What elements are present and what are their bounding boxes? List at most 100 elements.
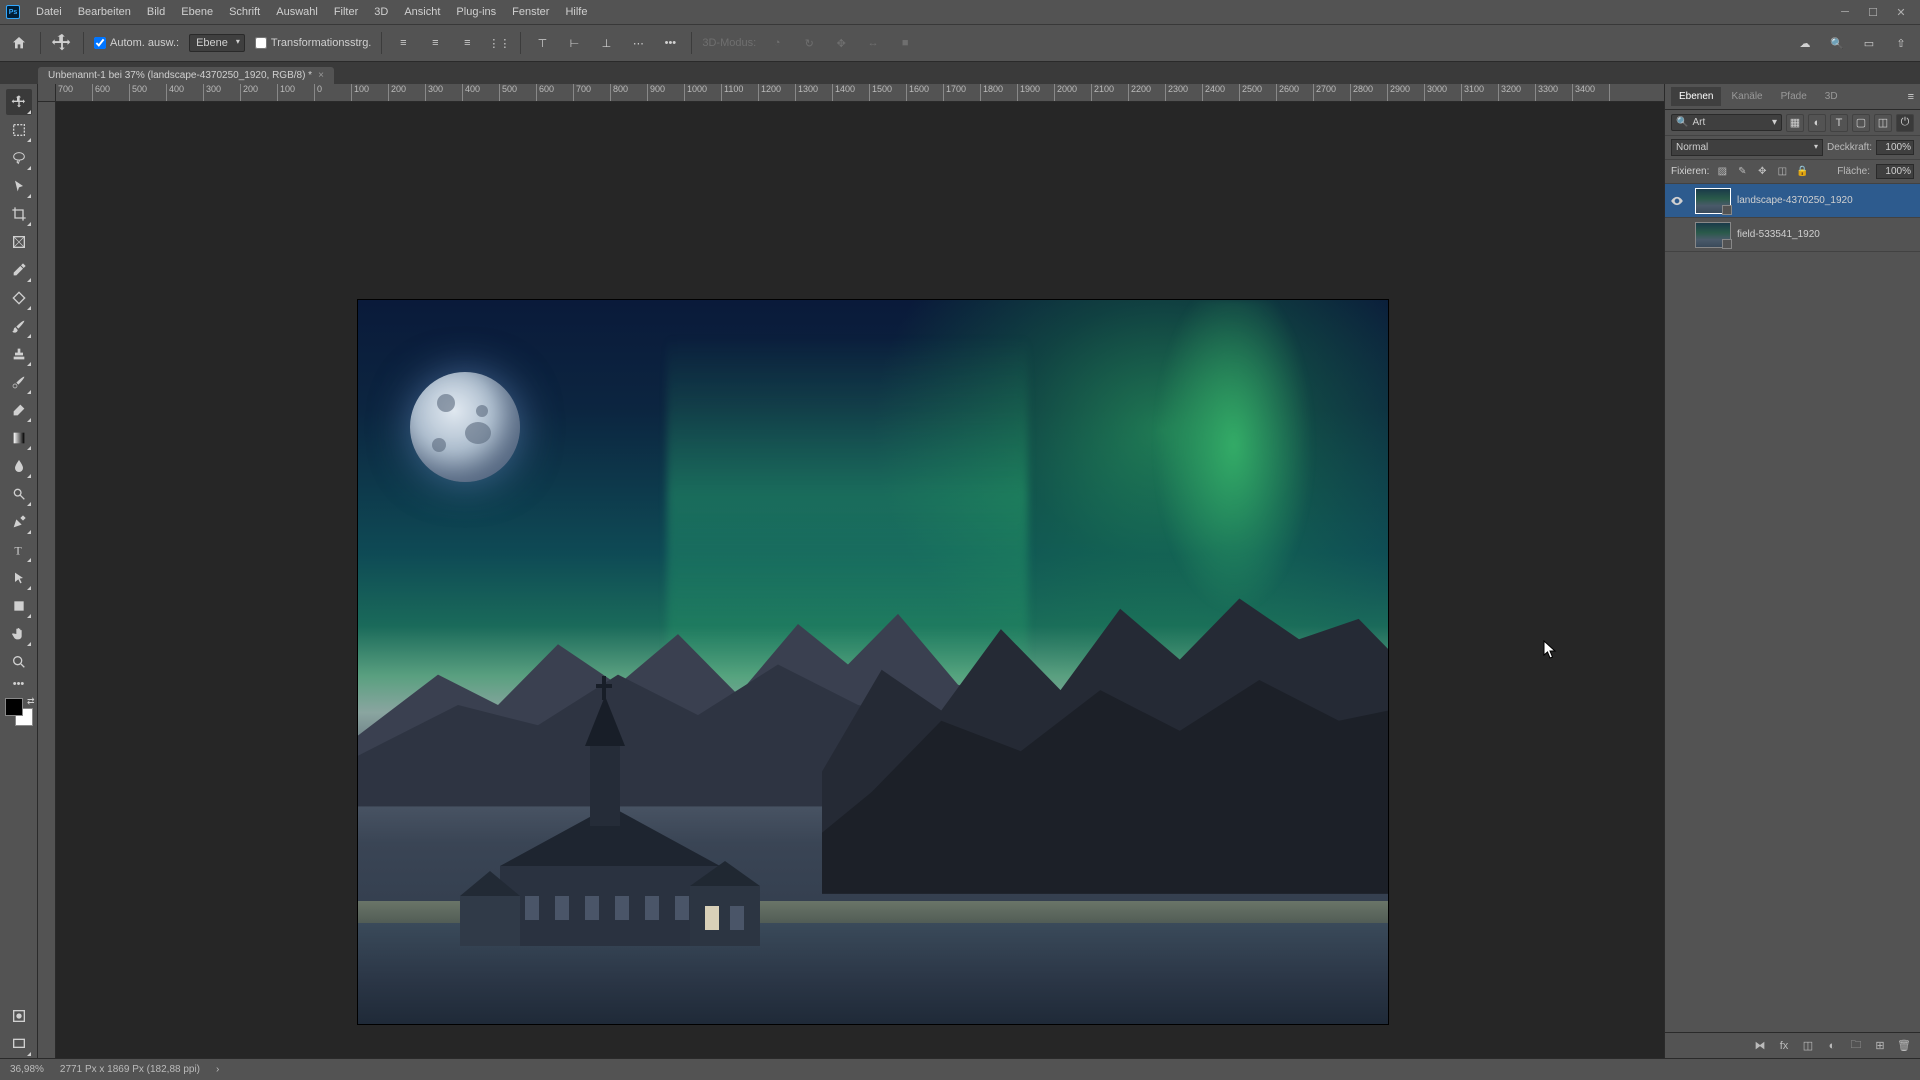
menu-3d[interactable]: 3D [366,2,396,22]
align-bottom-icon[interactable]: ⊥ [595,32,617,54]
fill-input[interactable]: 100% [1876,164,1914,179]
transform-controls-checkbox[interactable]: Transformationsstrg. [255,37,371,49]
align-left-icon[interactable]: ≡ [392,32,414,54]
filter-toggle[interactable]: ⏻ [1896,114,1914,132]
align-center-v-icon[interactable]: ⊢ [563,32,585,54]
dodge-tool[interactable] [6,481,32,507]
layer-thumbnail[interactable] [1695,188,1731,214]
link-layers-icon[interactable]: ⧓ [1752,1038,1768,1054]
adjustment-layer-icon[interactable]: ◐ [1824,1038,1840,1054]
auto-select-target[interactable]: Ebene [189,34,245,52]
type-tool[interactable]: T [6,537,32,563]
auto-select-checkbox[interactable]: Autom. ausw.: [94,37,179,49]
layer-group-icon[interactable]: 🗀 [1848,1038,1864,1054]
lock-all-icon[interactable]: 🔒 [1795,165,1809,179]
swap-colors-icon[interactable]: ⇄ [27,696,35,707]
cloud-docs-icon[interactable]: ☁ [1794,32,1816,54]
pen-tool[interactable] [6,509,32,535]
gradient-tool[interactable] [6,425,32,451]
menu-auswahl[interactable]: Auswahl [268,2,326,22]
home-button[interactable] [8,32,30,54]
filter-shape-icon[interactable]: ▢ [1852,114,1870,132]
quick-mask-tool[interactable] [6,1003,32,1029]
new-layer-icon[interactable]: ⊞ [1872,1038,1888,1054]
menu-datei[interactable]: Datei [28,2,70,22]
marquee-tool[interactable] [6,117,32,143]
frame-tool[interactable] [6,229,32,255]
stamp-tool[interactable] [6,341,32,367]
crop-tool[interactable] [6,201,32,227]
search-icon[interactable]: 🔍 [1826,32,1848,54]
history-brush-tool[interactable] [6,369,32,395]
panel-tab-3d[interactable]: 3D [1817,87,1846,106]
share-icon[interactable]: ⇧ [1890,32,1912,54]
align-top-icon[interactable]: ⊤ [531,32,553,54]
maximize-button[interactable]: ☐ [1866,5,1880,19]
lasso-tool[interactable] [6,145,32,171]
close-button[interactable]: ✕ [1894,5,1908,19]
foreground-color[interactable] [5,698,23,716]
eraser-tool[interactable] [6,397,32,423]
edit-toolbar[interactable]: ••• [6,677,32,691]
opacity-input[interactable]: 100% [1876,140,1914,155]
panel-tab-kanäle[interactable]: Kanäle [1723,87,1770,106]
horizontal-ruler[interactable]: 7006005004003002001000100200300400500600… [56,84,1664,102]
layer-row[interactable]: field-533541_1920 [1665,218,1920,252]
shape-tool[interactable] [6,593,32,619]
screen-mode-tool[interactable] [6,1031,32,1057]
menu-bearbeiten[interactable]: Bearbeiten [70,2,139,22]
ruler-origin[interactable] [38,84,56,102]
blend-mode-select[interactable]: Normal [1671,139,1823,156]
filter-type-icon[interactable]: T [1830,114,1848,132]
document-tab[interactable]: Unbenannt-1 bei 37% (landscape-4370250_1… [38,67,334,84]
lock-transparent-icon[interactable]: ▨ [1715,165,1729,179]
zoom-level[interactable]: 36,98% [10,1064,44,1075]
zoom-tool[interactable] [6,649,32,675]
healing-tool[interactable] [6,285,32,311]
menu-hilfe[interactable]: Hilfe [557,2,595,22]
close-tab-icon[interactable]: × [318,70,324,81]
delete-layer-icon[interactable]: 🗑 [1896,1038,1912,1054]
canvas-image[interactable] [358,300,1388,1024]
minimize-button[interactable]: ─ [1838,5,1852,19]
lock-artboard-icon[interactable]: ◫ [1775,165,1789,179]
path-select-tool[interactable] [6,565,32,591]
more-align-icon[interactable]: ••• [659,32,681,54]
layer-row[interactable]: landscape-4370250_1920 [1665,184,1920,218]
panel-tab-ebenen[interactable]: Ebenen [1671,87,1721,106]
panel-menu-icon[interactable]: ≡ [1908,91,1914,103]
menu-plug-ins[interactable]: Plug-ins [448,2,504,22]
menu-ansicht[interactable]: Ansicht [396,2,448,22]
layer-name[interactable]: field-533541_1920 [1737,229,1920,240]
distribute-h-icon[interactable]: ⋮⋮ [488,32,510,54]
hand-tool[interactable] [6,621,32,647]
vertical-ruler[interactable] [38,102,56,1058]
lock-position-icon[interactable]: ✥ [1755,165,1769,179]
menu-filter[interactable]: Filter [326,2,366,22]
brush-tool[interactable] [6,313,32,339]
quick-select-tool[interactable] [6,173,32,199]
workspace-icon[interactable]: ▭ [1858,32,1880,54]
layer-name[interactable]: landscape-4370250_1920 [1737,195,1920,206]
layer-filter-select[interactable]: 🔍 Art▾ [1671,114,1782,131]
canvas-area[interactable]: 7006005004003002001000100200300400500600… [38,84,1664,1058]
layer-fx-icon[interactable]: fx [1776,1038,1792,1054]
filter-pixel-icon[interactable]: ▦ [1786,114,1804,132]
layer-mask-icon[interactable]: ◫ [1800,1038,1816,1054]
menu-bild[interactable]: Bild [139,2,173,22]
panel-tab-pfade[interactable]: Pfade [1773,87,1815,106]
status-expand-icon[interactable]: › [216,1064,219,1075]
move-tool[interactable] [6,89,32,115]
blur-tool[interactable] [6,453,32,479]
lock-pixels-icon[interactable]: ✎ [1735,165,1749,179]
menu-schrift[interactable]: Schrift [221,2,268,22]
align-right-icon[interactable]: ≡ [456,32,478,54]
eyedropper-tool[interactable] [6,257,32,283]
layer-thumbnail[interactable] [1695,222,1731,248]
menu-fenster[interactable]: Fenster [504,2,557,22]
filter-adjust-icon[interactable]: ◐ [1808,114,1826,132]
distribute-v-icon[interactable]: ⋯ [627,32,649,54]
color-swatches[interactable]: ⇄ [5,698,33,726]
layer-visibility-toggle[interactable] [1665,194,1689,208]
filter-smart-icon[interactable]: ◫ [1874,114,1892,132]
